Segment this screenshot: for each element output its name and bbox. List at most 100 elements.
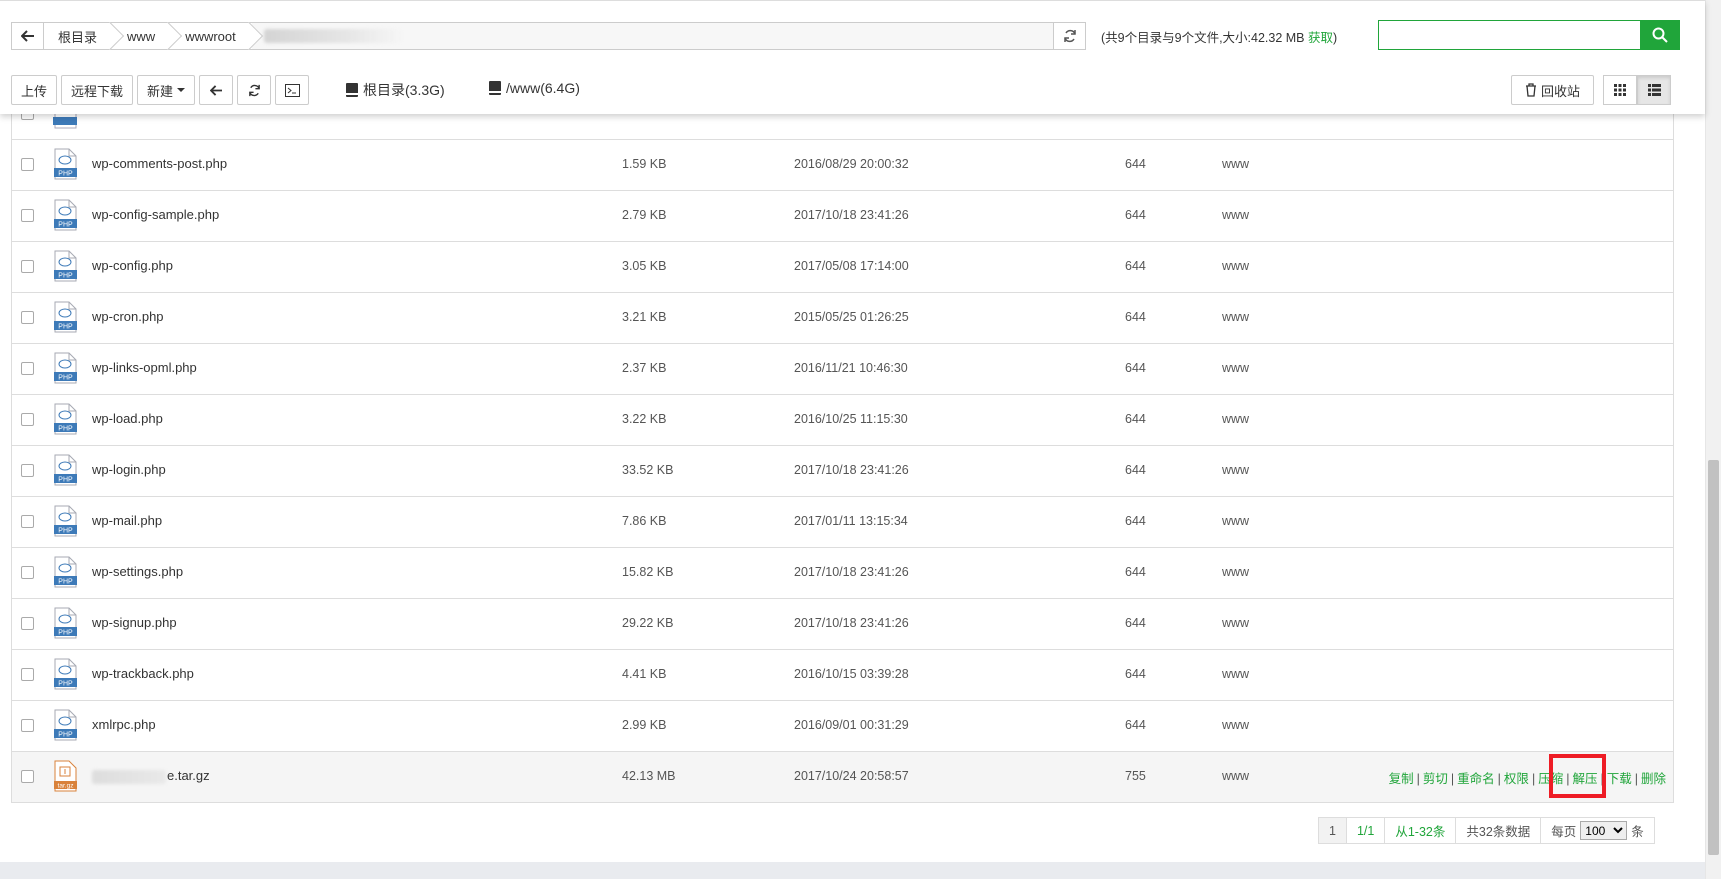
go-back-button[interactable]: [199, 75, 234, 105]
scrollbar-thumb[interactable]: [1708, 460, 1719, 855]
file-name[interactable]: wp-comments-post.php: [92, 156, 227, 171]
grid-icon: [1614, 84, 1626, 96]
table-row[interactable]: PHP wp-load.php 3.22 KB 2016/10/25 11:15:30…: [12, 395, 1673, 446]
copy-link[interactable]: 复制: [1389, 772, 1414, 786]
file-name[interactable]: xmlrpc.php: [92, 717, 156, 732]
permission-link[interactable]: 权限: [1504, 772, 1529, 786]
file-name[interactable]: wp-mail.php: [92, 513, 162, 528]
file-name[interactable]: wp-config-sample.php: [92, 207, 219, 222]
vertical-scrollbar[interactable]: [1705, 0, 1721, 879]
row-checkbox[interactable]: [21, 464, 34, 477]
file-modified: 2017/10/18 23:41:26: [794, 208, 909, 222]
file-name[interactable]: wp-settings.php: [92, 564, 183, 579]
upload-button[interactable]: 上传: [11, 75, 58, 105]
new-label: 新建: [147, 83, 174, 99]
redacted-name: [92, 769, 166, 784]
search-button[interactable]: [1640, 20, 1680, 50]
file-permission[interactable]: 644: [1125, 514, 1146, 528]
file-owner: www: [1222, 310, 1250, 324]
table-row[interactable]: PHP wp-mail.php 7.86 KB 2017/01/11 13:15:34…: [12, 497, 1673, 548]
row-actions: 复制 | 剪切 | 重命名 | 权限 | 压缩 | 解压 | 下载 | 删除: [1388, 772, 1666, 786]
row-checkbox[interactable]: [21, 566, 34, 579]
file-owner: www: [1222, 718, 1250, 732]
row-checkbox[interactable]: [21, 260, 34, 273]
table-row[interactable]: PHP wp-signup.php 29.22 KB 2017/10/18 23:41…: [12, 599, 1673, 650]
row-checkbox[interactable]: [21, 209, 34, 222]
file-permission[interactable]: 644: [1125, 208, 1146, 222]
table-row[interactable]: tar.gz e.tar.gz 42.13 MB 2017/10/24 20:58:5…: [12, 752, 1673, 803]
terminal-icon: [284, 83, 300, 97]
table-row[interactable]: PHP wp-links-opml.php 2.37 KB 2016/11/21 10…: [12, 344, 1673, 395]
disk-www[interactable]: /www(6.4G): [489, 80, 580, 96]
file-name[interactable]: wp-load.php: [92, 411, 163, 426]
cut-link[interactable]: 剪切: [1423, 772, 1448, 786]
php-icon-label: PHP: [58, 171, 73, 178]
file-permission[interactable]: 644: [1125, 259, 1146, 273]
file-permission[interactable]: 644: [1125, 361, 1146, 375]
per-page-select[interactable]: 100: [1580, 821, 1628, 840]
table-row[interactable]: PHP wp-trackback.php 4.41 KB 2016/10/15 03:…: [12, 650, 1673, 701]
file-permission[interactable]: 644: [1125, 718, 1146, 732]
row-checkbox[interactable]: [21, 311, 34, 324]
file-name[interactable]: e.tar.gz: [92, 768, 210, 784]
breadcrumb-redacted[interactable]: [263, 23, 414, 49]
disk-root[interactable]: 根目录(3.3G): [346, 80, 445, 100]
breadcrumb-wwwroot[interactable]: wwwroot: [171, 23, 252, 49]
row-checkbox[interactable]: [21, 770, 34, 783]
refresh-button[interactable]: [237, 75, 272, 105]
file-name[interactable]: wp-config.php: [92, 258, 173, 273]
file-name[interactable]: wp-login.php: [92, 462, 166, 477]
row-checkbox[interactable]: [21, 515, 34, 528]
file-permission[interactable]: 644: [1125, 463, 1146, 477]
row-checkbox[interactable]: [21, 719, 34, 732]
php-icon-label: PHP: [58, 222, 73, 229]
php-icon-label: PHP: [58, 477, 73, 484]
file-permission[interactable]: 644: [1125, 310, 1146, 324]
file-manager: PHP wp-comments-post.php 1.59 KB 2016/08/29…: [0, 0, 1705, 879]
breadcrumb-root[interactable]: 根目录: [44, 23, 114, 49]
file-name[interactable]: wp-trackback.php: [92, 666, 194, 681]
search-input[interactable]: [1378, 20, 1640, 50]
file-modified: 2017/05/08 17:14:00: [794, 259, 909, 273]
file-permission[interactable]: 644: [1125, 412, 1146, 426]
table-row[interactable]: PHP wp-cron.php 3.21 KB 2015/05/25 01:26:25…: [12, 293, 1673, 344]
file-permission[interactable]: 755: [1125, 769, 1146, 783]
table-row[interactable]: PHP wp-comments-post.php 1.59 KB 2016/08/29…: [12, 140, 1673, 191]
row-checkbox[interactable]: [21, 158, 34, 171]
php-file-icon: PHP: [54, 403, 77, 435]
download-link[interactable]: 下载: [1607, 772, 1632, 786]
table-row[interactable]: PHP wp-config.php 3.05 KB 2017/05/08 17:14:…: [12, 242, 1673, 293]
file-name[interactable]: wp-signup.php: [92, 615, 177, 630]
row-checkbox[interactable]: [21, 362, 34, 375]
disk-icon: [489, 81, 501, 95]
path-refresh-button[interactable]: [1053, 23, 1085, 49]
delete-link[interactable]: 删除: [1641, 772, 1666, 786]
table-row[interactable]: PHP wp-settings.php 15.82 KB 2017/10/18 23:…: [12, 548, 1673, 599]
list-view-button[interactable]: [1637, 75, 1671, 105]
table-row[interactable]: PHP wp-login.php 33.52 KB 2017/10/18 23:41:…: [12, 446, 1673, 497]
grid-view-button[interactable]: [1603, 75, 1637, 105]
file-name[interactable]: wp-cron.php: [92, 309, 164, 324]
path-back-button[interactable]: [12, 23, 44, 49]
file-modified: 2016/09/01 00:31:29: [794, 718, 909, 732]
remote-download-button[interactable]: 远程下载: [61, 75, 134, 105]
file-permission[interactable]: 644: [1125, 667, 1146, 681]
rename-link[interactable]: 重命名: [1457, 772, 1495, 786]
file-permission[interactable]: 644: [1125, 157, 1146, 171]
row-checkbox[interactable]: [21, 668, 34, 681]
file-modified: 2016/10/15 03:39:28: [794, 667, 909, 681]
fetch-size-link[interactable]: 获取: [1308, 31, 1333, 45]
table-row[interactable]: PHP xmlrpc.php 2.99 KB 2016/09/01 00:31:29 6…: [12, 701, 1673, 752]
list-icon: [1647, 84, 1661, 96]
current-page[interactable]: 1: [1319, 818, 1347, 843]
file-name[interactable]: wp-links-opml.php: [92, 360, 197, 375]
row-checkbox[interactable]: [21, 413, 34, 426]
recycle-bin-button[interactable]: 回收站: [1511, 75, 1594, 105]
file-permission[interactable]: 644: [1125, 565, 1146, 579]
table-row[interactable]: PHP wp-config-sample.php 2.79 KB 2017/10/18…: [12, 191, 1673, 242]
terminal-button[interactable]: [275, 75, 310, 105]
new-dropdown-button[interactable]: 新建: [137, 75, 196, 105]
file-owner: www: [1222, 463, 1250, 477]
row-checkbox[interactable]: [21, 617, 34, 630]
file-permission[interactable]: 644: [1125, 616, 1146, 630]
